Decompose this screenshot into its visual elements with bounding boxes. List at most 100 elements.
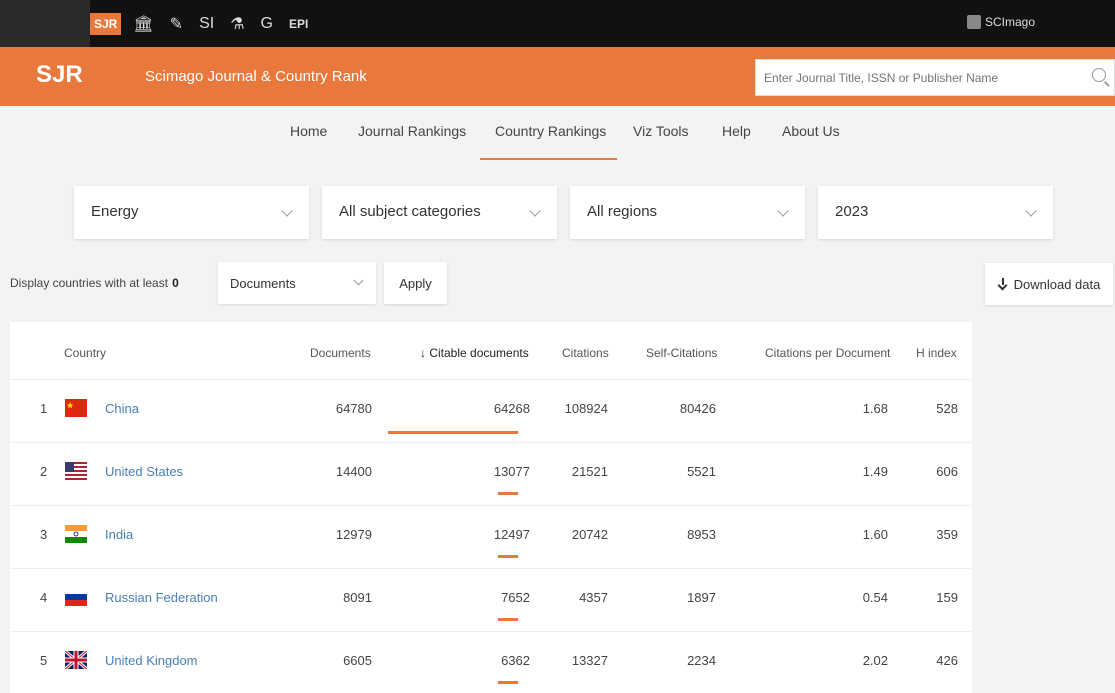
main-header: SJR Scimago Journal & Country Rank <box>0 47 1115 106</box>
row-rank: 2 <box>40 464 48 479</box>
min-threshold-text: Display countries with at least <box>10 276 169 290</box>
cell-citations: 13327 <box>571 653 608 668</box>
site-link-institutions-icon[interactable]: 🏛 <box>133 14 153 34</box>
row-rank: 4 <box>40 590 48 605</box>
flag-russia-icon <box>65 588 87 606</box>
region-dropdown[interactable]: All regions <box>570 186 805 239</box>
download-data-button[interactable]: Download data <box>985 263 1113 305</box>
chevron-down-icon <box>1025 205 1037 217</box>
cell-citations-per-document: 1.60 <box>862 527 888 542</box>
table-row: 2 United States 14400 13077 21521 5521 1… <box>10 442 972 504</box>
cell-citations-per-document: 2.02 <box>862 653 888 668</box>
cell-self-citations: 1897 <box>687 590 716 605</box>
flag-united-kingdom-icon <box>65 651 87 669</box>
min-threshold-label: Display countries with at least 0 <box>10 276 179 290</box>
site-link-lab-icon[interactable]: ⚗ <box>230 14 244 34</box>
cell-citations: 4357 <box>579 590 608 605</box>
topbar-left-panel <box>0 0 90 47</box>
scimago-logo-icon <box>966 15 981 29</box>
sjr-logo[interactable]: SJR <box>36 61 83 89</box>
min-threshold-value[interactable]: 0 <box>172 276 179 290</box>
table-row: 3 India 12979 12497 20742 8953 1.60 359 <box>10 505 972 567</box>
cell-self-citations: 2234 <box>687 653 716 668</box>
site-link-sjr[interactable]: SJR <box>90 12 122 35</box>
flag-china-icon <box>65 399 87 417</box>
site-link-si[interactable]: SI <box>199 15 214 33</box>
subject-area-dropdown[interactable]: Energy <box>74 186 309 239</box>
country-link[interactable]: United Kingdom <box>105 653 198 668</box>
citable-indicator-bar <box>388 431 518 434</box>
cell-documents: 64780 <box>335 401 372 416</box>
cell-documents: 14400 <box>335 464 372 479</box>
nav-country-rankings[interactable]: Country Rankings <box>495 123 606 139</box>
cell-self-citations: 80426 <box>679 401 716 416</box>
download-icon <box>998 278 1008 290</box>
cell-citable-documents: 6362 <box>501 653 530 668</box>
year-value: 2023 <box>835 203 869 220</box>
cell-documents: 8091 <box>343 590 372 605</box>
table-row: 4 Russian Federation 8091 7652 4357 1897… <box>10 568 972 630</box>
region-value: All regions <box>587 203 658 220</box>
site-title[interactable]: Scimago Journal & Country Rank <box>145 68 367 85</box>
threshold-metric-select[interactable]: Documents <box>218 262 376 304</box>
row-rank: 3 <box>40 527 48 542</box>
country-link[interactable]: United States <box>105 464 183 479</box>
main-nav: Home Journal Rankings Country Rankings V… <box>0 106 1115 160</box>
cell-citable-documents: 64268 <box>493 401 530 416</box>
site-switcher-bar: SJR 🏛 ✎ SI ⚗ G EPI SCImago <box>0 0 1115 47</box>
nav-help[interactable]: Help <box>722 123 751 139</box>
cell-citations: 20742 <box>571 527 608 542</box>
nav-active-indicator <box>480 158 617 160</box>
cell-citable-documents: 12497 <box>493 527 530 542</box>
header-h-index[interactable]: H index <box>916 346 957 360</box>
nav-home[interactable]: Home <box>290 123 327 139</box>
header-citable-documents[interactable]: ↓ Citable documents <box>420 346 529 360</box>
journal-search <box>755 59 1115 96</box>
cell-h-index: 528 <box>936 401 958 416</box>
site-link-pen-icon[interactable]: ✎ <box>170 14 183 34</box>
nav-about-us[interactable]: About Us <box>782 123 840 139</box>
apply-button[interactable]: Apply <box>384 262 447 304</box>
row-rank: 1 <box>40 401 48 416</box>
cell-citable-documents: 13077 <box>493 464 530 479</box>
cell-citable-documents: 7652 <box>501 590 530 605</box>
cell-citations: 108924 <box>564 401 608 416</box>
subject-category-dropdown[interactable]: All subject categories <box>322 186 557 239</box>
header-self-citations[interactable]: Self-Citations <box>646 346 717 360</box>
site-switcher: SJR 🏛 ✎ SI ⚗ G EPI <box>90 0 324 47</box>
subject-category-value: All subject categories <box>339 203 481 220</box>
header-citations-per-document[interactable]: Citations per Document <box>765 346 890 360</box>
cell-h-index: 606 <box>936 464 958 479</box>
citable-indicator-bar <box>498 492 518 495</box>
cell-self-citations: 8953 <box>687 527 716 542</box>
cell-documents: 12979 <box>335 527 372 542</box>
header-citations[interactable]: Citations <box>562 346 609 360</box>
flag-united-states-icon <box>65 462 87 480</box>
nav-viz-tools[interactable]: Viz Tools <box>633 123 689 139</box>
journal-search-input[interactable] <box>756 60 1076 95</box>
download-data-label: Download data <box>1013 276 1101 292</box>
scimago-brand[interactable]: SCImago <box>966 15 1035 29</box>
citable-indicator-bar <box>498 555 518 558</box>
country-rankings-table: Country Documents ↓ Citable documents Ci… <box>10 322 972 693</box>
cell-self-citations: 5521 <box>687 464 716 479</box>
flag-india-icon <box>65 525 87 543</box>
header-documents[interactable]: Documents <box>310 346 371 360</box>
year-dropdown[interactable]: 2023 <box>818 186 1053 239</box>
chevron-down-icon <box>353 275 364 286</box>
cell-citations-per-document: 1.68 <box>862 401 888 416</box>
country-link[interactable]: India <box>105 527 133 542</box>
table-row: 5 United Kingdom 6605 6362 13327 2234 2.… <box>10 631 972 693</box>
cell-h-index: 159 <box>936 590 958 605</box>
site-link-g[interactable]: G <box>261 15 273 33</box>
cell-h-index: 359 <box>936 527 958 542</box>
cell-h-index: 426 <box>936 653 958 668</box>
nav-journal-rankings[interactable]: Journal Rankings <box>358 123 466 139</box>
search-icon[interactable] <box>1092 68 1106 82</box>
cell-documents: 6605 <box>343 653 372 668</box>
site-link-epi[interactable]: EPI <box>289 17 308 31</box>
country-link[interactable]: Russian Federation <box>105 590 218 605</box>
header-country[interactable]: Country <box>64 346 106 360</box>
country-link[interactable]: China <box>105 401 139 416</box>
cell-citations-per-document: 1.49 <box>862 464 888 479</box>
